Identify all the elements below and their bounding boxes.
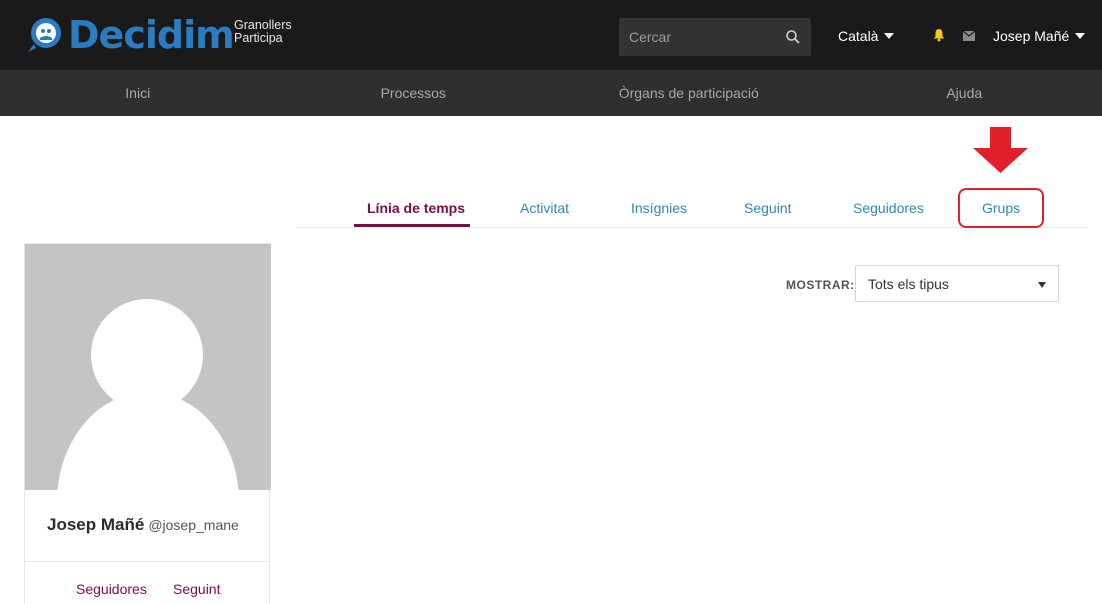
profile-nickname: @josep_mane [148,517,239,533]
nav-item-processes[interactable]: Processos [276,70,552,116]
avatar [25,244,271,490]
search-input[interactable] [619,18,779,56]
main-nav: Inici Processos Òrgans de participació A… [0,70,1102,116]
groups-tab-highlight [958,188,1044,228]
card-divider [25,561,269,562]
nav-item-assemblies[interactable]: Òrgans de participació [551,70,827,116]
site-logo[interactable]: Decidim [24,12,235,58]
resource-type-selected: Tots els tipus [868,276,949,292]
search-box [619,18,811,56]
org-name-line2: Participa [234,31,283,45]
organization-name: Granollers Participa [234,19,292,45]
tab-activity[interactable]: Activitat [520,200,569,216]
bell-icon[interactable] [932,28,946,42]
user-menu[interactable]: Josep Mañé [993,28,1086,44]
nav-item-help[interactable]: Ajuda [827,70,1102,116]
profile-name: Josep Mañé @josep_mane [47,515,239,535]
language-label: Català [838,28,879,44]
tab-followers[interactable]: Seguidores [853,200,924,216]
user-name: Josep Mañé [993,28,1070,44]
language-chooser[interactable]: Català [838,28,895,44]
top-bar: Decidim Granollers Participa Català J [0,0,1102,70]
profile-full-name: Josep Mañé [47,515,145,534]
followers-link[interactable]: Seguidores [76,581,147,597]
chevron-down-icon [884,33,895,39]
mail-icon[interactable] [963,31,975,41]
decidim-logo-icon [28,18,61,52]
active-tab-indicator [354,224,470,227]
tab-badges[interactable]: Insígnies [631,200,687,216]
red-arrow-annotation-icon [973,127,1028,173]
resource-type-select[interactable]: Tots els tipus [855,265,1059,302]
profile-card: Josep Mañé @josep_mane Seguidores Seguint [24,243,271,604]
search-icon[interactable] [785,29,801,45]
tab-following[interactable]: Seguint [744,200,791,216]
page: Decidim Granollers Participa Català J [0,0,1102,604]
tab-timeline[interactable]: Línia de temps [367,200,465,216]
nav-item-home[interactable]: Inici [0,70,276,116]
avatar-body [57,392,239,490]
logo-text: Decidim [68,13,235,57]
following-link[interactable]: Seguint [173,581,220,597]
chevron-down-icon [1075,33,1086,39]
dropdown-arrow-icon [1038,282,1046,288]
filter-label: MOSTRAR: [786,278,855,292]
